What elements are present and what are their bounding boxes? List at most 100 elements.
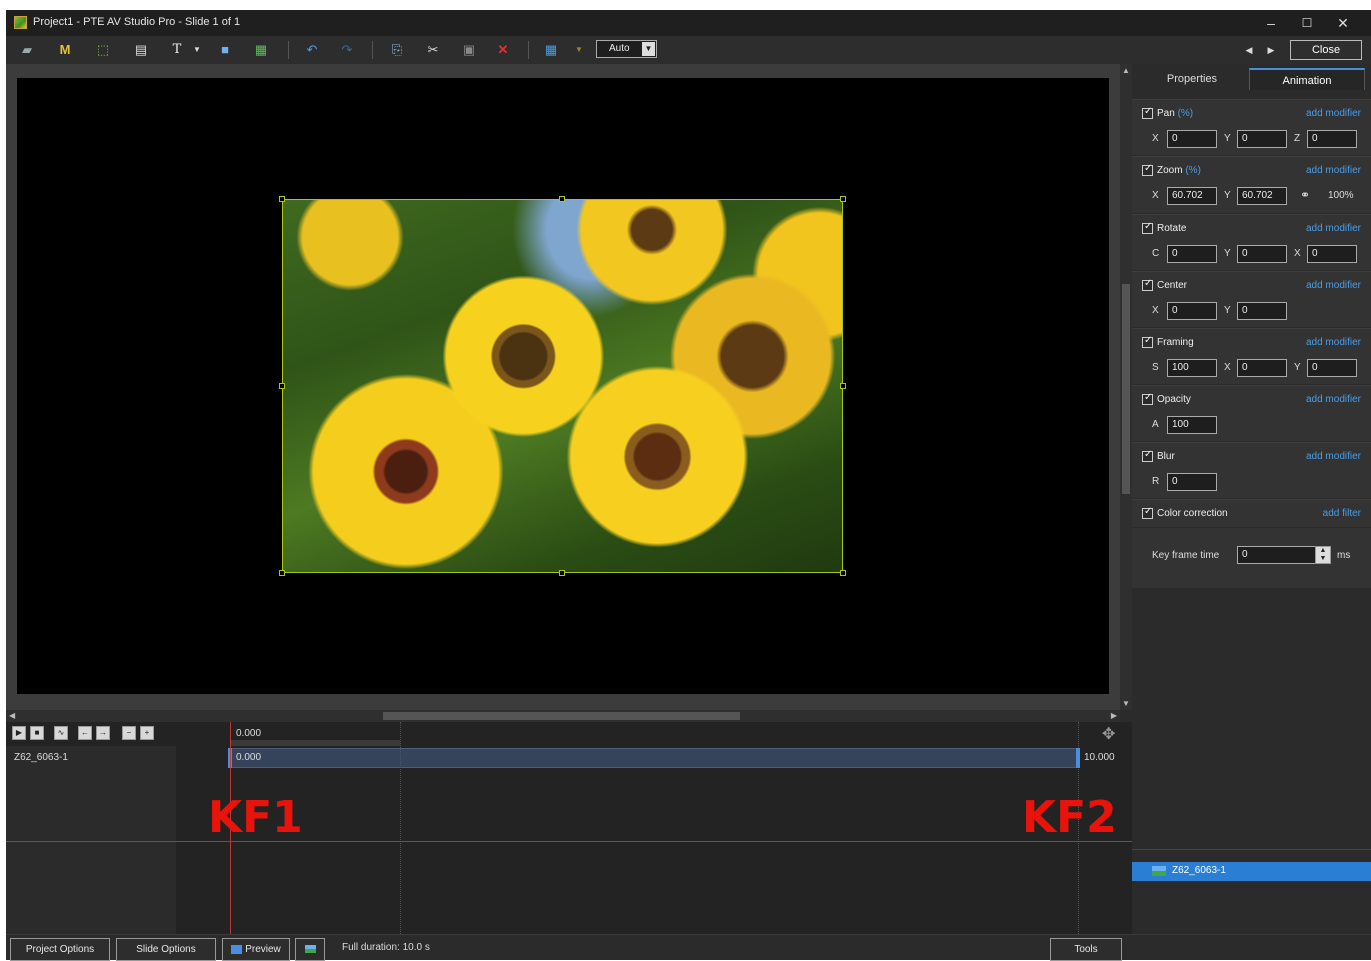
- zoom-add-modifier-link[interactable]: add modifier: [1306, 165, 1361, 176]
- center-add-modifier-link[interactable]: add modifier: [1306, 280, 1361, 291]
- track-bar[interactable]: [230, 748, 1078, 768]
- stop-icon[interactable]: ■: [30, 726, 44, 740]
- camera-icon[interactable]: ▰: [16, 40, 38, 60]
- text-icon[interactable]: T: [166, 40, 188, 60]
- blur-r-input[interactable]: 0: [1167, 473, 1217, 491]
- resize-handle[interactable]: [840, 570, 846, 576]
- redo-icon[interactable]: ↷: [336, 40, 358, 60]
- frame-icon[interactable]: ⬚: [92, 40, 114, 60]
- tab-properties[interactable]: Properties: [1136, 68, 1248, 90]
- undo-icon[interactable]: ↶: [301, 40, 323, 60]
- scroll-thumb[interactable]: [383, 712, 740, 720]
- delete-icon[interactable]: ✕: [492, 40, 514, 60]
- next-keyframe-icon[interactable]: →: [96, 726, 110, 740]
- center-y-label: Y: [1224, 305, 1231, 316]
- next-icon[interactable]: ▶: [1260, 40, 1282, 60]
- spinner-icon[interactable]: ▲ ▼: [1315, 546, 1331, 564]
- add-keyframe-icon[interactable]: +: [140, 726, 154, 740]
- opacity-add-modifier-link[interactable]: add modifier: [1306, 394, 1361, 405]
- center-y-input[interactable]: 0: [1237, 302, 1287, 320]
- move-icon[interactable]: ✥: [1102, 724, 1115, 744]
- publish-button[interactable]: [295, 938, 325, 961]
- color-correction-checkbox[interactable]: [1142, 506, 1153, 519]
- dropdown-icon[interactable]: ▼: [186, 40, 208, 60]
- pan-y-input[interactable]: 0: [1237, 130, 1287, 148]
- minimize-icon[interactable]: –: [1254, 13, 1288, 33]
- slide-image[interactable]: [282, 199, 843, 573]
- grid-icon[interactable]: ▦: [540, 40, 562, 60]
- key-frame-time-input[interactable]: 0: [1237, 546, 1317, 564]
- project-options-button[interactable]: Project Options: [10, 938, 110, 961]
- waveform-icon[interactable]: ∿: [54, 726, 68, 740]
- paste-icon[interactable]: ▣: [458, 40, 480, 60]
- remove-keyframe-icon[interactable]: −: [122, 726, 136, 740]
- framing-add-modifier-link[interactable]: add modifier: [1306, 337, 1361, 348]
- key-frame-time-label: Key frame time: [1152, 550, 1220, 561]
- object-list-item[interactable]: Z62_6063-1: [1132, 862, 1371, 881]
- add-filter-link[interactable]: add filter: [1323, 508, 1361, 519]
- mask-icon[interactable]: M: [54, 40, 76, 60]
- copy-icon[interactable]: ⎘: [386, 40, 408, 60]
- zoom-mode-select[interactable]: Auto ▼: [596, 40, 657, 58]
- scroll-thumb[interactable]: [1122, 284, 1130, 494]
- center-x-input[interactable]: 0: [1167, 302, 1217, 320]
- tab-animation[interactable]: Animation: [1249, 68, 1365, 90]
- resize-handle[interactable]: [840, 196, 846, 202]
- vertical-scrollbar[interactable]: ▲ ▼: [1120, 64, 1132, 710]
- center-label: Center: [1157, 280, 1188, 291]
- resize-handle[interactable]: [279, 196, 285, 202]
- resize-handle[interactable]: [279, 570, 285, 576]
- track-name-column: [6, 746, 176, 934]
- zoom-label: Zoom: [1157, 165, 1183, 176]
- zoom-x-input[interactable]: 60.702: [1167, 187, 1217, 205]
- blur-checkbox[interactable]: [1142, 449, 1153, 462]
- framing-s-label: S: [1152, 362, 1159, 373]
- horizontal-scrollbar[interactable]: ◀ ▶: [6, 710, 1120, 722]
- framing-s-input[interactable]: 100: [1167, 359, 1217, 377]
- rotate-checkbox[interactable]: [1142, 221, 1153, 234]
- rotate-c-input[interactable]: 0: [1167, 245, 1217, 263]
- zoom-section: Zoom (%) add modifier X 60.702 Y 60.702 …: [1132, 156, 1371, 213]
- rotate-add-modifier-link[interactable]: add modifier: [1306, 223, 1361, 234]
- keyframe-marker[interactable]: [1076, 748, 1080, 768]
- color-correction-label: Color correction: [1157, 508, 1228, 519]
- close-window-icon[interactable]: ✕: [1326, 13, 1360, 33]
- cut-icon[interactable]: ✂: [422, 40, 444, 60]
- pan-x-input[interactable]: 0: [1167, 130, 1217, 148]
- play-icon[interactable]: ▶: [12, 726, 26, 740]
- tools-button[interactable]: Tools: [1050, 938, 1122, 961]
- kf2-annotation: KF2: [1022, 792, 1117, 843]
- resize-handle[interactable]: [279, 383, 285, 389]
- maximize-icon[interactable]: ☐: [1290, 13, 1324, 33]
- opacity-checkbox[interactable]: [1142, 392, 1153, 405]
- picture-icon[interactable]: ▦: [250, 40, 272, 60]
- pan-add-modifier-link[interactable]: add modifier: [1306, 108, 1361, 119]
- rotate-y-input[interactable]: 0: [1237, 245, 1287, 263]
- pan-z-input[interactable]: 0: [1307, 130, 1357, 148]
- link-icon[interactable]: ⚭: [1300, 188, 1310, 202]
- resize-handle[interactable]: [840, 383, 846, 389]
- resize-handle[interactable]: [559, 570, 565, 576]
- framing-checkbox[interactable]: [1142, 335, 1153, 348]
- framing-x-input[interactable]: 0: [1237, 359, 1287, 377]
- framing-section: Framing add modifier S 100 X 0 Y 0: [1132, 328, 1371, 384]
- blur-add-modifier-link[interactable]: add modifier: [1306, 451, 1361, 462]
- blur-r-label: R: [1152, 476, 1160, 487]
- prev-keyframe-icon[interactable]: ←: [78, 726, 92, 740]
- resize-handle[interactable]: [559, 196, 565, 202]
- grid-dropdown-icon[interactable]: ▼: [568, 40, 590, 60]
- preview-button[interactable]: Preview: [222, 938, 290, 961]
- opacity-a-label: A: [1152, 419, 1159, 430]
- center-checkbox[interactable]: [1142, 278, 1153, 291]
- slide-options-button[interactable]: Slide Options: [116, 938, 216, 961]
- image-icon[interactable]: ▤: [130, 40, 152, 60]
- prev-icon[interactable]: ◀: [1238, 40, 1260, 60]
- zoom-checkbox[interactable]: [1142, 163, 1153, 176]
- framing-y-input[interactable]: 0: [1307, 359, 1357, 377]
- opacity-a-input[interactable]: 100: [1167, 416, 1217, 434]
- rectangle-icon[interactable]: ■: [214, 40, 236, 60]
- rotate-x-input[interactable]: 0: [1307, 245, 1357, 263]
- pan-checkbox[interactable]: [1142, 106, 1153, 119]
- zoom-y-input[interactable]: 60.702: [1237, 187, 1287, 205]
- close-button[interactable]: Close: [1290, 40, 1362, 60]
